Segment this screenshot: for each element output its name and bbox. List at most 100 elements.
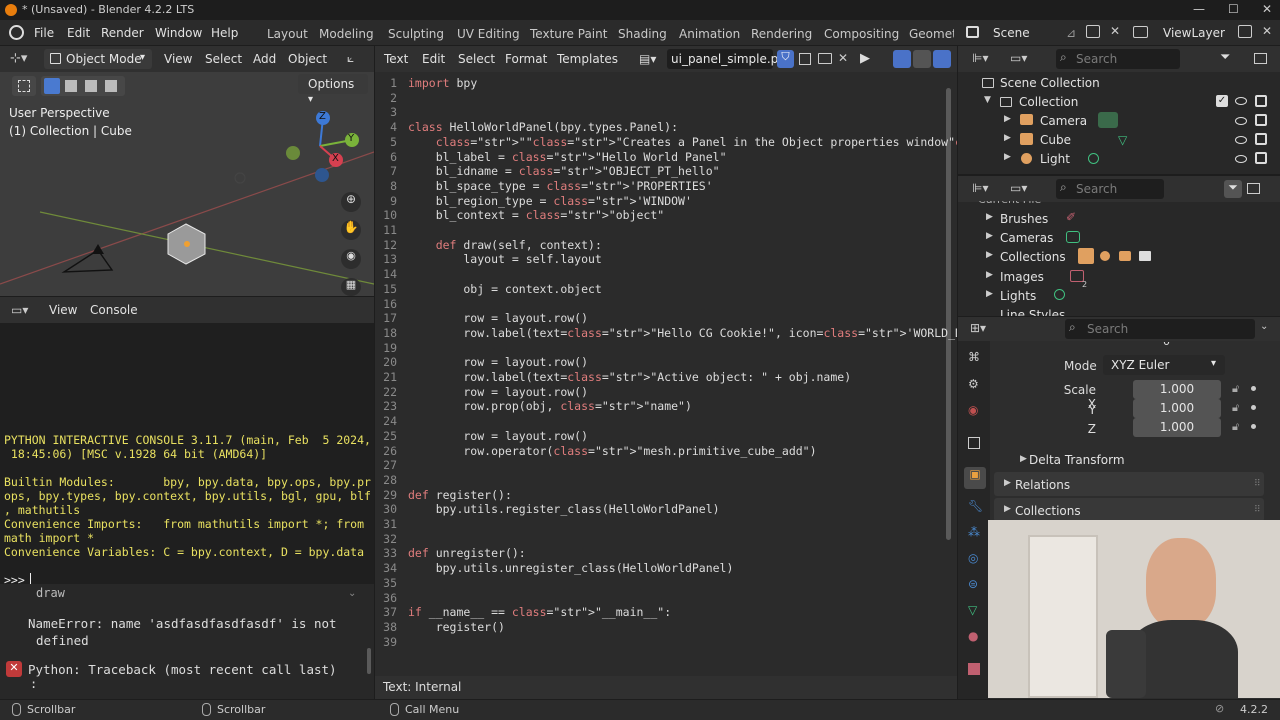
code-line[interactable]: if __name__ == class="str">"__main__": xyxy=(408,605,671,619)
collection-tab-icon[interactable] xyxy=(968,437,980,449)
minimize-button[interactable]: — xyxy=(1193,2,1205,16)
code-line[interactable]: bpy.utils.unregister_class(HelloWorldPan… xyxy=(408,561,734,575)
eye-icon[interactable] xyxy=(1235,155,1247,163)
expand-cube-icon[interactable]: ▶ xyxy=(1004,133,1011,143)
properties-editor-type-icon[interactable]: ⊞▾ xyxy=(970,321,986,335)
tab-sculpting[interactable]: Sculpting xyxy=(388,27,444,41)
console-menu-console[interactable]: Console xyxy=(90,303,138,317)
tab-shading[interactable]: Shading xyxy=(618,27,667,41)
physics-tab-icon[interactable]: ◎ xyxy=(968,551,978,565)
new-text-icon[interactable] xyxy=(799,53,811,65)
code-line[interactable]: row = layout.row() xyxy=(408,311,588,325)
scene-name[interactable]: Scene xyxy=(993,26,1030,40)
relations-section[interactable]: Relations xyxy=(1015,478,1070,492)
render-camera-icon[interactable] xyxy=(1255,95,1267,107)
render-camera-icon[interactable] xyxy=(1255,133,1267,145)
blend-file-outliner[interactable]: ⊫▾ ▭▾ ⌕ Search ⏷ Current File ▶ Brushes … xyxy=(958,176,1280,316)
object-tab-icon[interactable]: ▣ xyxy=(964,467,986,489)
tab-texture-paint[interactable]: Texture Paint xyxy=(530,27,607,41)
fake-user-icon[interactable]: ⛉ xyxy=(777,50,794,68)
grid-view-icon[interactable]: ▦ xyxy=(341,278,361,296)
expand-cameras-icon[interactable]: ▶ xyxy=(986,231,993,241)
keyframe-dot[interactable] xyxy=(1251,405,1256,410)
delta-transform-section[interactable]: Delta Transform xyxy=(1029,453,1125,467)
menu-help[interactable]: Help xyxy=(211,26,238,40)
maximize-button[interactable]: ☐ xyxy=(1228,2,1239,16)
code-line[interactable]: row.prop(obj, class="str">"name") xyxy=(408,399,692,413)
collection-checkbox[interactable]: ✓ xyxy=(1216,95,1228,107)
run-script-icon[interactable]: ▶ xyxy=(860,51,870,66)
viewport-menu-view[interactable]: View xyxy=(164,52,192,66)
transform-icon[interactable]: ⟀ xyxy=(347,51,354,66)
blendfile-lights[interactable]: Lights xyxy=(1000,289,1036,303)
code-line[interactable]: bl_space_type = class="str">'PROPERTIES' xyxy=(408,179,713,193)
expand-collections-icon[interactable]: ▶ xyxy=(986,250,993,260)
expand-collections-section-icon[interactable]: ▶ xyxy=(1004,504,1011,514)
expand-delta-transform-icon[interactable]: ▶ xyxy=(1020,454,1027,464)
outliner[interactable]: ⊫▾ ▭▾ ⌕ Search ⏷ Scene Collection ▼ Coll… xyxy=(958,46,1280,174)
blendfile-images[interactable]: Images xyxy=(1000,270,1044,284)
code-line[interactable]: row = layout.row() xyxy=(408,355,588,369)
new-scene-icon[interactable] xyxy=(1086,25,1100,38)
menu-file[interactable]: File xyxy=(34,26,54,40)
unlink-text-icon[interactable]: ✕ xyxy=(838,51,848,65)
lock-icon[interactable]: 🔓︎ xyxy=(1232,420,1239,434)
text-browse-icon[interactable]: ▤▾ xyxy=(639,52,656,66)
code-line[interactable]: bl_context = class="str">"object" xyxy=(408,208,665,222)
code-line[interactable]: def unregister(): xyxy=(408,546,526,560)
object-mode-dropdown[interactable]: Object Mode ▾ xyxy=(44,49,152,69)
modifier-tab-icon[interactable]: 🔧︎ xyxy=(968,499,983,513)
outliner-scene-collection[interactable]: Scene Collection xyxy=(1000,76,1100,90)
render-camera-icon[interactable] xyxy=(1255,114,1267,126)
viewport-menu-select[interactable]: Select xyxy=(205,52,242,66)
code-line[interactable]: bl_region_type = class="str">'WINDOW' xyxy=(408,194,692,208)
zoom-icon[interactable]: ⊕ xyxy=(341,192,361,212)
collections-section[interactable]: Collections xyxy=(1015,504,1081,518)
code-line[interactable]: class="str">""class="str">"Creates a Pan… xyxy=(408,135,957,149)
error-collapse-icon[interactable]: ⌄ xyxy=(348,588,356,599)
menu-render[interactable]: Render xyxy=(101,26,144,40)
text-menu-select[interactable]: Select xyxy=(458,52,495,66)
keyframe-dot[interactable] xyxy=(1251,424,1256,429)
keyframe-dot[interactable] xyxy=(1251,386,1256,391)
menu-window[interactable]: Window xyxy=(155,26,202,40)
tab-uv-editing[interactable]: UV Editing xyxy=(457,27,520,41)
python-console[interactable]: ▭▾ View Console PYTHON INTERACTIVE CONSO… xyxy=(0,297,374,699)
expand-brushes-icon[interactable]: ▶ xyxy=(986,212,993,222)
viewport-3d[interactable]: ⊹▾ Object Mode ▾ View Select Add Object … xyxy=(0,46,374,296)
editor-type-icon[interactable]: ⊹▾ xyxy=(10,51,27,66)
eye-icon[interactable] xyxy=(1235,97,1247,105)
blendfile-cameras[interactable]: Cameras xyxy=(1000,231,1053,245)
scale-x-field[interactable]: 1.000 xyxy=(1133,380,1221,399)
eye-icon[interactable] xyxy=(1235,117,1247,125)
tab-layout[interactable]: Layout xyxy=(267,27,308,41)
filename-field[interactable]: ui_panel_simple.py xyxy=(667,49,785,69)
code-line[interactable]: bl_idname = class="str">"OBJECT_PT_hello… xyxy=(408,164,720,178)
new-collection-icon[interactable] xyxy=(1254,53,1267,64)
text-menu-format[interactable]: Format xyxy=(505,52,547,66)
expand-light-icon[interactable]: ▶ xyxy=(1004,152,1011,162)
rotation-mode-dropdown[interactable]: XYZ Euler ▾ xyxy=(1103,355,1225,375)
blendfile-brushes[interactable]: Brushes xyxy=(1000,212,1048,226)
menu-edit[interactable]: Edit xyxy=(67,26,90,40)
code-line[interactable]: row.operator(class="str">"mesh.primitive… xyxy=(408,444,816,458)
viewport-menu-add[interactable]: Add xyxy=(253,52,276,66)
close-button[interactable]: ✕ xyxy=(1262,2,1272,16)
drag-handle-icon[interactable]: ⠿ xyxy=(1254,505,1261,515)
code-line[interactable]: obj = context.object xyxy=(408,282,602,296)
viewport-menu-object[interactable]: Object xyxy=(288,52,327,66)
console-editor-type-icon[interactable]: ▭▾ xyxy=(11,303,28,317)
tab-modeling[interactable]: Modeling xyxy=(319,27,374,41)
code-line[interactable]: def draw(self, context): xyxy=(408,238,602,252)
outliner-light[interactable]: Light xyxy=(1040,152,1070,166)
properties-options-icon[interactable]: ⌄ xyxy=(1260,321,1268,332)
expand-collection-icon[interactable]: ▼ xyxy=(984,95,991,105)
outliner-search-field[interactable]: ⌕ Search xyxy=(1056,49,1180,69)
code-line[interactable]: row = layout.row() xyxy=(408,385,588,399)
console-menu-view[interactable]: View xyxy=(49,303,77,317)
code-line[interactable]: row.label(text=class="str">"Hello CG Coo… xyxy=(408,326,957,340)
code-line[interactable]: register() xyxy=(408,620,505,634)
filter-icon[interactable]: ⏷ xyxy=(1220,50,1230,65)
blendfile-search-field[interactable]: ⌕ Search xyxy=(1056,179,1164,199)
render-camera-icon[interactable] xyxy=(1255,152,1267,164)
